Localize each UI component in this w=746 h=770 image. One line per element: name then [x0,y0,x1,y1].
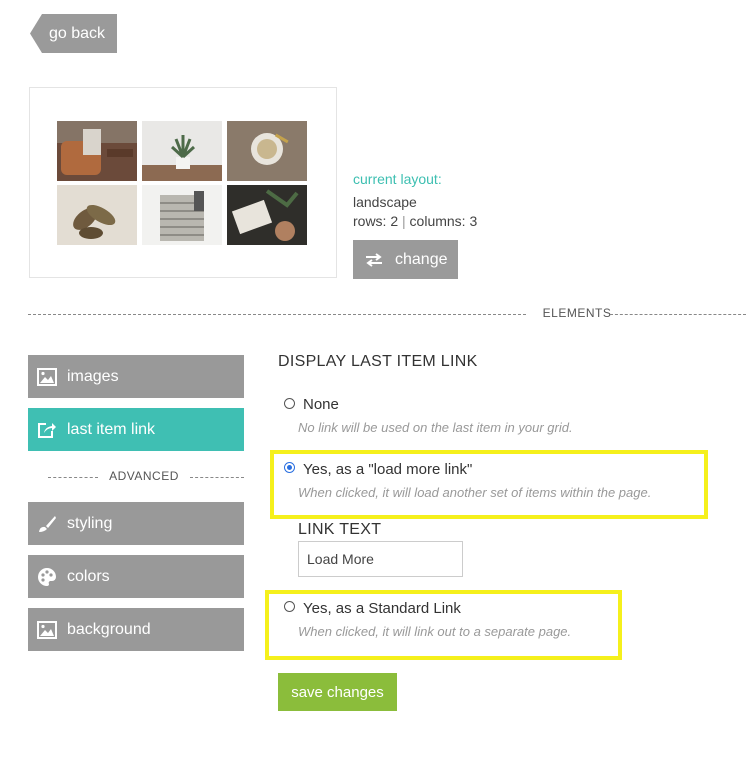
link-text-label: LINK TEXT [298,521,382,538]
image-icon [37,367,57,386]
change-layout-button[interactable]: change [353,240,458,279]
sidebar-item-label: images [67,367,119,385]
elements-label: ELEMENTS [542,306,612,320]
layout-separator: | [402,213,406,229]
sidebar-item-images[interactable]: images [28,355,244,398]
sidebar-item-label: colors [67,567,110,585]
brush-icon [39,515,56,532]
layout-columns: columns: 3 [409,213,478,229]
current-layout-heading: current layout: [353,171,442,187]
option-standard-link-label: Yes, as a Standard Link [303,600,461,617]
radio-none[interactable] [284,398,295,409]
elements-divider: ELEMENTS [28,306,746,322]
sidebar-item-label: styling [67,514,113,532]
option-load-more-description: When clicked, it will load another set o… [298,485,652,500]
radio-load-more[interactable] [284,462,295,473]
preview-thumb-knit [142,185,222,245]
sidebar-item-last-item-link[interactable]: last item link [28,408,244,451]
option-none-description: No link will be used on the last item in… [298,420,573,435]
save-changes-button[interactable]: save changes [278,673,397,711]
layout-name: landscape [353,194,417,210]
image-icon [37,620,57,639]
go-back-label: go back [49,25,106,42]
change-label: change [395,250,448,268]
link-text-input[interactable] [298,541,463,577]
sidebar-item-colors[interactable]: colors [28,555,244,598]
divider-line-left [28,314,526,315]
preview-thumb-book [227,185,307,245]
advanced-label: ADVANCED [109,469,179,483]
sidebar-item-label: last item link [67,420,156,438]
option-load-more-label: Yes, as a "load more link" [303,461,473,478]
layout-dimensions: rows: 2 | columns: 3 [353,213,477,229]
go-back-button[interactable]: go back [30,14,117,53]
divider-line-left [48,477,98,478]
sidebar-item-label: background [67,620,151,638]
layout-preview [29,87,337,278]
divider-line-right [610,314,746,315]
preview-thumb-chair [57,121,137,181]
radio-standard-link[interactable] [284,601,295,612]
preview-thumb-succulent [57,185,137,245]
layout-rows: rows: 2 [353,213,399,229]
preview-thumb-tea [227,121,307,181]
swap-arrows-icon [366,252,382,267]
advanced-divider: ADVANCED [48,469,244,485]
display-last-item-link-title: DISPLAY LAST ITEM LINK [278,353,478,370]
divider-line-right [190,477,244,478]
option-standard-link-description: When clicked, it will link out to a sepa… [298,624,572,639]
sidebar-item-background[interactable]: background [28,608,244,651]
option-none-label: None [303,396,339,413]
preview-thumb-plant [142,121,222,181]
sidebar-item-styling[interactable]: styling [28,502,244,545]
share-link-icon [38,422,56,438]
palette-icon [38,567,56,586]
save-changes-label: save changes [291,683,384,701]
